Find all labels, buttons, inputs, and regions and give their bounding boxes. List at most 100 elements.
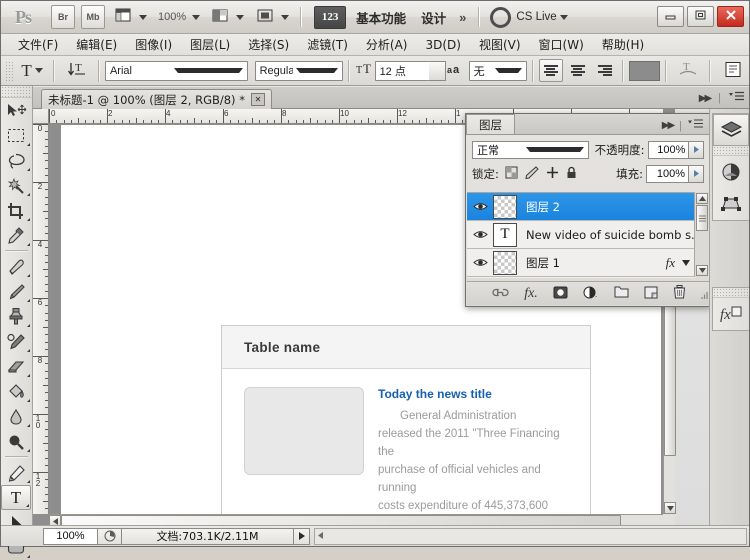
layer-thumbnail-2[interactable]: T: [493, 222, 517, 247]
layer-row-3[interactable]: 图层 1 fx: [467, 249, 695, 277]
layers-scroll-up-button[interactable]: [696, 193, 708, 204]
status-info-menu-button[interactable]: [294, 527, 310, 545]
dock-adjustments-icon[interactable]: [713, 156, 749, 188]
tool-marquee[interactable]: [1, 123, 31, 148]
menu-help[interactable]: 帮助(H): [593, 34, 653, 55]
view-extras-button[interactable]: [113, 5, 148, 29]
layer-row-2[interactable]: T New video of suicide bomb s...: [467, 221, 695, 249]
tool-eraser[interactable]: [1, 354, 31, 379]
layer-effects-expand-icon[interactable]: [682, 257, 690, 269]
antialias-select[interactable]: 无: [468, 60, 527, 81]
add-layer-mask-icon[interactable]: [553, 286, 568, 302]
add-adjustment-layer-icon[interactable]: .: [583, 286, 599, 302]
font-family-select[interactable]: Arial: [104, 60, 248, 81]
screen-mode-button[interactable]: [255, 5, 290, 29]
dock-group-2-grip[interactable]: [713, 288, 749, 298]
workspace-more-icon[interactable]: »: [459, 10, 466, 25]
fill-stepper-button[interactable]: [689, 164, 704, 183]
tool-crop[interactable]: [1, 198, 31, 223]
tab-close-icon[interactable]: ✕: [250, 93, 265, 106]
menu-view[interactable]: 视图(V): [470, 34, 530, 55]
text-color-swatch[interactable]: [628, 60, 660, 81]
opacity-stepper-button[interactable]: [689, 140, 704, 159]
tool-blur[interactable]: [1, 404, 31, 429]
scroll-down-button[interactable]: [664, 502, 676, 514]
tool-pen[interactable]: [1, 460, 31, 485]
tool-move[interactable]: [1, 98, 31, 123]
dock-masks-icon[interactable]: [713, 188, 749, 220]
char-paragraph-panel-button[interactable]: [716, 60, 749, 82]
menu-file[interactable]: 文件(F): [9, 34, 67, 55]
menu-window[interactable]: 窗口(W): [530, 34, 593, 55]
layers-scroll-thumb[interactable]: [696, 205, 708, 231]
layer-thumbnail-1[interactable]: [493, 194, 517, 219]
tool-dodge[interactable]: [1, 429, 31, 454]
layers-list[interactable]: 图层 2 T New video of suicide bomb s... 图层…: [467, 192, 695, 278]
options-bar-grip[interactable]: [5, 60, 13, 81]
add-layer-style-icon[interactable]: fx.: [524, 286, 538, 302]
tool-type[interactable]: T: [1, 485, 31, 510]
layer-visibility-toggle-1[interactable]: [467, 193, 493, 220]
menu-filter[interactable]: 滤镜(T): [298, 34, 357, 55]
current-tool-button[interactable]: T: [16, 60, 49, 82]
lock-transparent-pixels-icon[interactable]: [505, 166, 518, 182]
font-size-dropdown-button[interactable]: [428, 60, 446, 81]
vertical-ruler[interactable]: 0 2 4 6 8 10 12: [33, 124, 49, 514]
status-document-info[interactable]: 文档:703.1K/2.11M: [122, 527, 294, 545]
opacity-input[interactable]: 100%: [647, 140, 690, 159]
create-new-layer-icon[interactable]: [644, 286, 658, 302]
layer-visibility-toggle-4[interactable]: [467, 277, 493, 278]
menu-analysis[interactable]: 分析(A): [357, 34, 417, 55]
panel-resize-grip[interactable]: [699, 291, 708, 303]
document-tab[interactable]: 未标题-1 @ 100% (图层 2, RGB/8) * ✕: [41, 89, 272, 109]
menu-3d[interactable]: 3D(D): [416, 36, 469, 54]
font-size-control[interactable]: 12 点: [374, 60, 446, 81]
tool-clone-stamp[interactable]: [1, 304, 31, 329]
panel-options-menu-icon[interactable]: [688, 119, 704, 132]
status-scroll-left-icon[interactable]: [318, 530, 323, 542]
arrange-documents-button[interactable]: [210, 5, 245, 29]
zoom-chevron-down-icon[interactable]: [192, 14, 201, 20]
menu-edit[interactable]: 编辑(E): [67, 34, 126, 55]
menu-layer[interactable]: 图层(L): [181, 34, 239, 55]
toolbox-grip[interactable]: [1, 86, 32, 98]
align-right-button[interactable]: [593, 59, 617, 82]
lock-image-pixels-icon[interactable]: [525, 165, 539, 182]
layer-row-1[interactable]: 图层 2: [467, 193, 695, 221]
ruler-origin-corner[interactable]: [33, 109, 49, 124]
menu-select[interactable]: 选择(S): [239, 34, 298, 55]
tool-lasso[interactable]: [1, 148, 31, 173]
layers-scroll-down-button[interactable]: [696, 265, 708, 276]
lock-position-icon[interactable]: [546, 166, 559, 182]
layer-visibility-toggle-3[interactable]: [467, 249, 493, 276]
lock-all-icon[interactable]: [566, 166, 577, 182]
text-orientation-button[interactable]: T: [60, 60, 93, 82]
layer-row-4[interactable]: T General Administration: [467, 277, 695, 278]
layer-visibility-toggle-2[interactable]: [467, 221, 493, 248]
layer-thumbnail-3[interactable]: [493, 250, 517, 275]
collapse-panel-icon[interactable]: ▶▶: [662, 120, 675, 131]
create-group-icon[interactable]: [614, 286, 629, 301]
link-layers-icon[interactable]: [492, 287, 509, 301]
blend-mode-select[interactable]: 正常: [472, 140, 589, 159]
mini-bridge-button[interactable]: Mb: [81, 5, 105, 29]
tool-healing-brush[interactable]: [1, 254, 31, 279]
dock-layers-icon[interactable]: [713, 114, 749, 146]
status-zoom-input[interactable]: 100%: [43, 527, 98, 545]
restore-button[interactable]: [687, 6, 714, 27]
dock-styles-icon[interactable]: fx: [713, 298, 749, 330]
tool-history-brush[interactable]: [1, 329, 31, 354]
tool-brush[interactable]: [1, 279, 31, 304]
close-button[interactable]: [717, 6, 744, 27]
status-proxy-preview-button[interactable]: [98, 527, 122, 545]
panel-menu-icon[interactable]: [729, 91, 745, 105]
workspace-design[interactable]: 设计: [421, 8, 446, 27]
workspace-essentials[interactable]: 基本功能: [356, 8, 406, 27]
tool-quick-selection[interactable]: [1, 173, 31, 198]
layers-list-scrollbar[interactable]: [694, 192, 709, 277]
fill-input[interactable]: 100%: [646, 164, 689, 183]
bridge-button[interactable]: Br: [51, 5, 75, 29]
tool-gradient[interactable]: [1, 379, 31, 404]
tool-eyedropper[interactable]: [1, 223, 31, 248]
tab-layers[interactable]: 图层: [466, 114, 515, 134]
